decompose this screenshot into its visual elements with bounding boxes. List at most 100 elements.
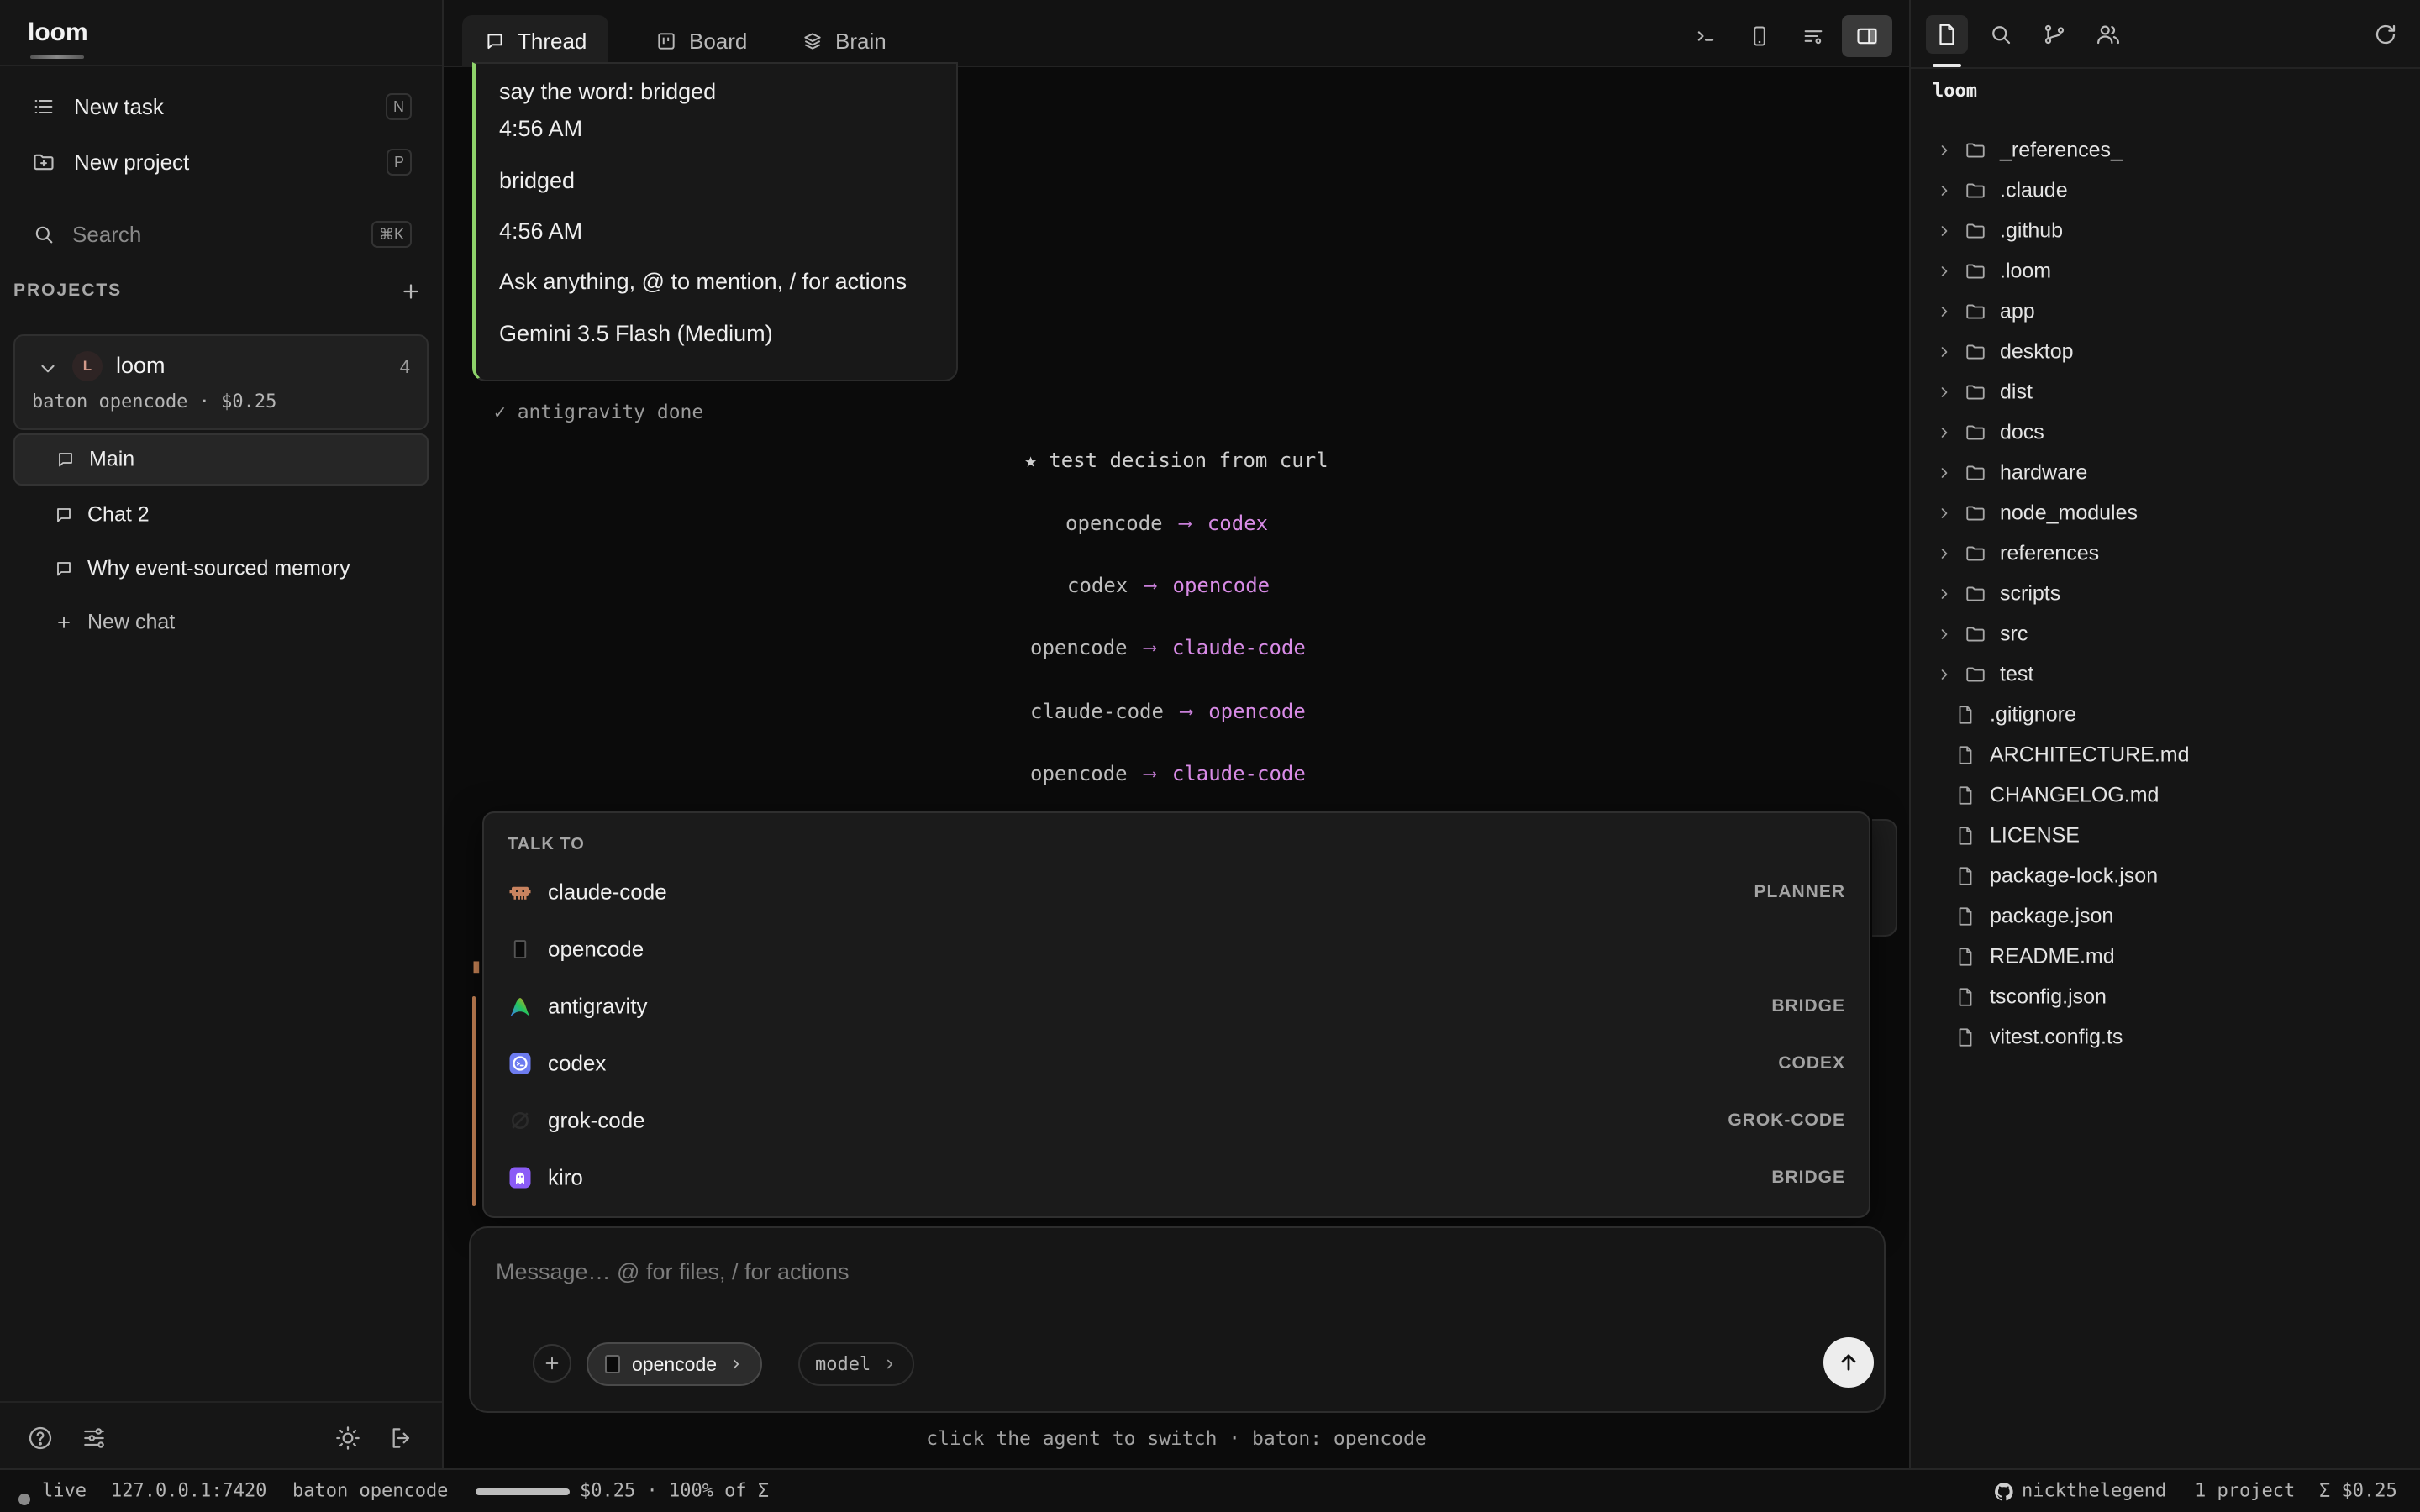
handoff-arrow: ⟶: [1144, 637, 1155, 659]
agent-name: claude-code: [548, 879, 667, 905]
files-tab-button[interactable]: [1926, 15, 1968, 54]
agent-option-claude-code[interactable]: claude-code PLANNER: [484, 864, 1869, 921]
agent-option-opencode[interactable]: opencode: [484, 921, 1869, 978]
folder-item[interactable]: scripts: [1911, 574, 2420, 614]
folder-name: .loom: [2000, 259, 2052, 283]
sidebar: loom New task N New project P Search ⌘K …: [0, 0, 444, 1468]
folder-item[interactable]: references: [1911, 533, 2420, 574]
folder-name: node_modules: [2000, 501, 2139, 525]
divider: [1911, 67, 2420, 69]
folder-item[interactable]: node_modules: [1911, 493, 2420, 533]
chevron-right-icon: [1941, 549, 1948, 559]
folder-item[interactable]: test: [1911, 654, 2420, 695]
handoff-arrow: ⟶: [1180, 701, 1192, 722]
tab-brain[interactable]: Brain: [780, 15, 908, 67]
file-item[interactable]: ARCHITECTURE.md: [1911, 735, 2420, 775]
chat-item-main[interactable]: Main: [13, 433, 429, 486]
settings-sliders-icon[interactable]: [81, 1425, 108, 1452]
search-icon: [1992, 26, 2011, 45]
tab-label: Thread: [518, 28, 587, 54]
grok-icon: [512, 1112, 529, 1129]
file-tree-root: loom: [1933, 81, 1977, 102]
server-address: 127.0.0.1:7420: [111, 1480, 267, 1502]
underlying-card-edge: [1872, 819, 1897, 937]
agent-option-antigravity[interactable]: antigravity BRIDGE: [484, 978, 1869, 1035]
agent-name: kiro: [548, 1164, 583, 1190]
search-files-button[interactable]: [1980, 15, 2022, 54]
new-task-button[interactable]: New task N: [13, 82, 429, 131]
folder-item[interactable]: docs: [1911, 412, 2420, 453]
mobile-preview-button[interactable]: [1734, 15, 1785, 57]
message-line: bridged: [499, 168, 576, 193]
terminal-button[interactable]: [1681, 15, 1731, 57]
model-selector-pill[interactable]: model: [798, 1342, 915, 1386]
folder-name: scripts: [2000, 581, 2061, 606]
folder-item[interactable]: src: [1911, 614, 2420, 654]
project-card-loom[interactable]: L loom 4 baton opencode · $0.25: [13, 334, 429, 430]
collaborators-button[interactable]: [2087, 15, 2129, 54]
search-icon: [35, 226, 53, 244]
folder-item[interactable]: .claude: [1911, 171, 2420, 211]
folder-item[interactable]: hardware: [1911, 453, 2420, 493]
agent-option-kiro[interactable]: kiro BRIDGE: [484, 1149, 1869, 1206]
filter-button[interactable]: [1788, 15, 1839, 57]
file-item[interactable]: vitest.config.ts: [1911, 1017, 2420, 1058]
file-icon: [1959, 988, 1972, 1006]
theme-sun-icon[interactable]: [334, 1425, 361, 1452]
attach-button[interactable]: [533, 1344, 571, 1383]
live-indicator-dot: [18, 1494, 30, 1505]
agent-role: BRIDGE: [1771, 996, 1845, 1016]
handoff-to: codex: [1207, 512, 1269, 535]
folder-item[interactable]: .github: [1911, 211, 2420, 251]
agent-option-grok-code[interactable]: grok-code GROK-CODE: [484, 1092, 1869, 1149]
send-button[interactable]: [1823, 1337, 1874, 1388]
agent-option-codex[interactable]: codex CODEX: [484, 1035, 1869, 1092]
new-chat-button[interactable]: New chat: [13, 596, 429, 648]
panel-toggle-button[interactable]: [1842, 15, 1892, 57]
message-card: say the word: bridged 4:56 AM bridged 4:…: [472, 62, 958, 381]
github-username[interactable]: nickthelegend: [2022, 1481, 2166, 1502]
folder-item[interactable]: dist: [1911, 372, 2420, 412]
total-cost-status: Σ $0.25: [2319, 1480, 2397, 1502]
chat-bubble-icon: [59, 453, 72, 467]
file-item[interactable]: CHANGELOG.md: [1911, 775, 2420, 816]
model-label: model: [815, 1353, 871, 1375]
folder-item[interactable]: .loom: [1911, 251, 2420, 291]
new-project-button[interactable]: New project P: [13, 138, 429, 186]
search-button[interactable]: Search ⌘K: [13, 210, 429, 259]
folder-item[interactable]: app: [1911, 291, 2420, 332]
decision-entry: ★ test decision from curl: [1024, 449, 1328, 472]
folder-item[interactable]: desktop: [1911, 332, 2420, 372]
file-item[interactable]: package-lock.json: [1911, 856, 2420, 896]
chevron-right-icon: [1941, 629, 1948, 639]
add-project-icon[interactable]: [398, 279, 424, 304]
thread-view: Thread Board Brain say the word: bridged…: [444, 0, 1909, 1468]
chevron-down-icon[interactable]: [37, 358, 59, 380]
handoff-to: claude-code: [1171, 762, 1306, 785]
chevron-right-icon: [1941, 266, 1948, 276]
file-icon: [1959, 948, 1972, 966]
chat-item-chat-2[interactable]: Chat 2: [13, 489, 429, 541]
tab-board[interactable]: Board: [634, 15, 769, 67]
file-item[interactable]: README.md: [1911, 937, 2420, 977]
refresh-button[interactable]: [2365, 15, 2407, 54]
folder-item[interactable]: _references_: [1911, 130, 2420, 171]
message-input[interactable]: [496, 1255, 1840, 1289]
brand-underline: [30, 55, 84, 59]
git-branch-button[interactable]: [2033, 15, 2075, 54]
logout-icon[interactable]: [388, 1425, 415, 1452]
file-item[interactable]: tsconfig.json: [1911, 977, 2420, 1017]
file-item[interactable]: .gitignore: [1911, 695, 2420, 735]
file-name: CHANGELOG.md: [1990, 783, 2160, 807]
handoff-from: opencode: [1030, 636, 1128, 659]
file-item[interactable]: LICENSE: [1911, 816, 2420, 856]
file-item[interactable]: package.json: [1911, 896, 2420, 937]
handoff-row: opencode ⟶ claude-code: [1030, 759, 1306, 788]
file-name: package.json: [1990, 904, 2114, 928]
agent-name: antigravity: [548, 993, 648, 1019]
chat-item-why-event-sourced-memory[interactable]: Why event-sourced memory: [13, 543, 429, 595]
help-icon[interactable]: [27, 1425, 54, 1452]
folder-name: dist: [2000, 380, 2033, 404]
agent-selector-pill[interactable]: opencode: [587, 1342, 763, 1386]
tab-thread[interactable]: Thread: [462, 15, 609, 67]
